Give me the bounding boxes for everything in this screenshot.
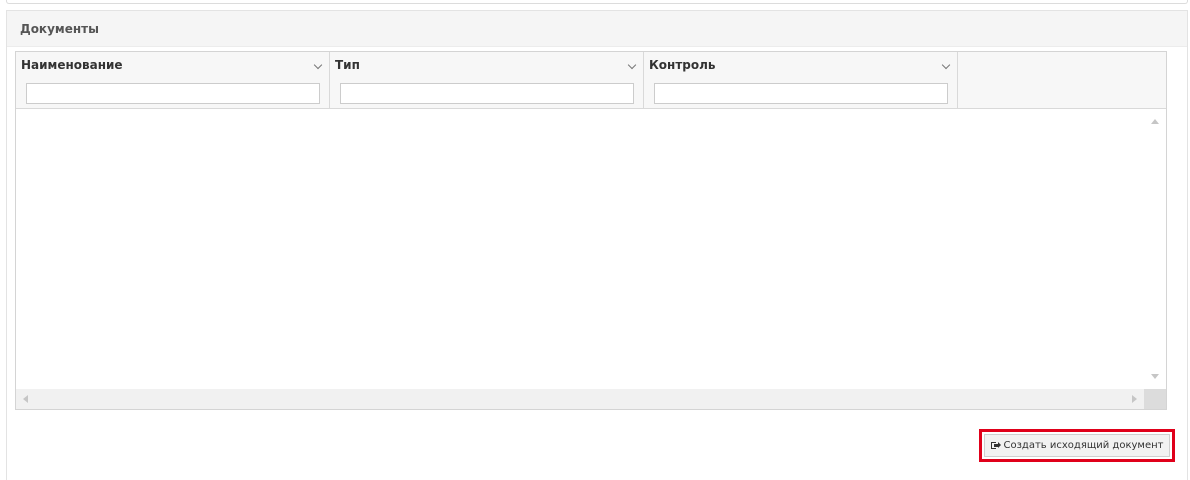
column-header-name[interactable]: Наименование [16,52,330,108]
horizontal-scrollbar[interactable] [16,389,1144,409]
button-highlight-frame: Создать исходящий документ [979,429,1175,462]
scroll-up-icon[interactable] [1151,119,1159,124]
previous-panel-edge [6,0,1188,4]
sign-out-icon [990,441,1001,450]
name-filter-input[interactable] [26,83,320,104]
documents-grid: Наименование Тип Контроль [15,51,1167,410]
chevron-down-icon[interactable] [313,60,323,70]
column-header-type[interactable]: Тип [330,52,644,108]
chevron-down-icon[interactable] [941,60,951,70]
column-title-type: Тип [335,58,360,72]
create-outgoing-document-label: Создать исходящий документ [1003,440,1164,451]
grid-body [16,109,1166,409]
create-outgoing-document-button[interactable]: Создать исходящий документ [984,434,1170,457]
column-title-name: Наименование [21,58,123,72]
column-header-control[interactable]: Контроль [644,52,958,108]
grid-header: Наименование Тип Контроль [16,52,1166,109]
panel-title: Документы [7,11,1187,47]
chevron-down-icon[interactable] [627,60,637,70]
scroll-right-icon[interactable] [1132,395,1137,403]
scrollbar-corner [1144,389,1166,409]
scroll-down-icon[interactable] [1151,374,1159,379]
column-title-control: Контроль [649,58,716,72]
vertical-scrollbar[interactable] [1144,109,1166,389]
type-filter-input[interactable] [340,83,634,104]
control-filter-input[interactable] [654,83,948,104]
scroll-left-icon[interactable] [23,395,28,403]
